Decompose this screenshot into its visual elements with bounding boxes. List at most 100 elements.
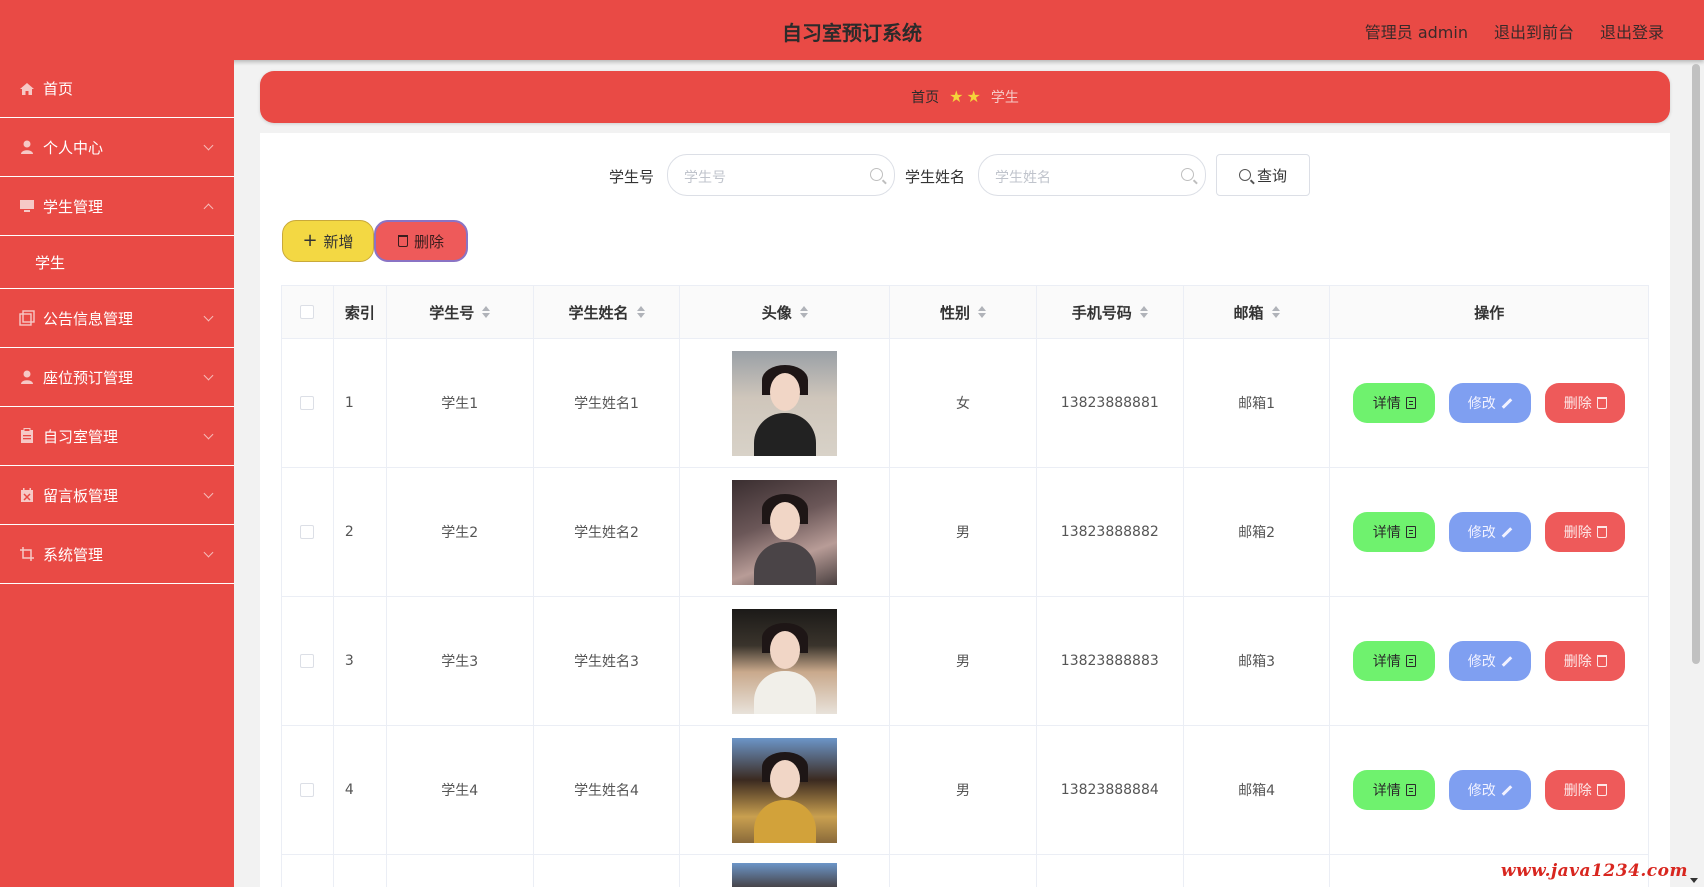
sidebar-item-student-management[interactable]: 学生管理 [0,177,234,236]
avatar-image[interactable] [732,737,838,843]
delete-button[interactable]: 删除 [1545,770,1626,810]
row-gender [890,855,1037,887]
sidebar: 首页 个人中心 学生管理 学生 公告信息管理 座位预订管理 自习室管理 留言板管… [0,60,234,887]
query-button-label: 查询 [1256,166,1287,185]
sort-icon[interactable] [1271,306,1280,318]
detail-button[interactable]: 详情 [1353,383,1436,423]
sort-icon[interactable] [1139,306,1148,318]
detail-button[interactable]: 详情 [1353,770,1436,810]
row-student-no [387,855,534,887]
row-checkbox[interactable] [300,654,315,668]
page-scrollbar[interactable] [1692,64,1700,664]
sidebar-item-notice-management[interactable]: 公告信息管理 [0,289,234,348]
sidebar-item-home[interactable]: 首页 [0,60,234,118]
query-button[interactable]: 查询 [1216,154,1310,196]
avatar-image[interactable] [732,350,838,456]
header-label: 邮箱 [1233,303,1264,322]
sort-icon[interactable] [978,306,986,318]
chevron-down-icon [203,311,214,322]
row-email: 邮箱1 [1184,339,1331,467]
table-row: 3 学生3 学生姓名3 男 13823888883 邮箱3 详情 修改 删除 [282,597,1648,726]
avatar-image[interactable] [732,479,838,585]
row-student-name: 学生姓名1 [534,339,681,467]
sidebar-subitem-label: 学生 [35,253,66,272]
delete-button[interactable]: 删除 [1545,383,1626,423]
detail-label: 详情 [1372,525,1401,541]
avatar-image[interactable] [732,863,838,887]
sidebar-item-seat-booking[interactable]: 座位预订管理 [0,348,234,407]
detail-button[interactable]: 详情 [1353,641,1436,681]
row-avatar [680,855,891,887]
edit-button[interactable]: 修改 [1449,641,1532,681]
pencil-icon [1501,397,1513,409]
row-student-no: 学生4 [387,726,534,854]
header-student-no[interactable]: 学生号 [387,286,534,338]
chevron-down-icon [203,370,214,381]
edit-button[interactable]: 修改 [1449,512,1532,552]
avatar-image[interactable] [732,608,838,714]
exit-to-frontend-link[interactable]: 退出到前台 [1494,19,1574,43]
batch-delete-button[interactable]: 删除 [374,220,468,262]
logout-link[interactable]: 退出登录 [1600,19,1664,43]
sort-icon[interactable] [482,306,491,318]
row-email: 邮箱2 [1184,468,1331,596]
table-row: 2 学生2 学生姓名2 男 13823888882 邮箱2 详情 修改 删除 [282,468,1648,597]
document-icon [1405,784,1416,796]
scroll-down-arrow-icon[interactable] [1690,878,1698,883]
sidebar-item-message-board[interactable]: 留言板管理 [0,466,234,525]
student-no-placeholder: 学生号 [684,170,726,186]
table-row [282,855,1648,887]
header-gender[interactable]: 性别 [890,286,1037,338]
header-avatar[interactable]: 头像 [680,286,891,338]
row-checkbox[interactable] [300,396,315,410]
sort-icon[interactable] [799,306,808,318]
header-label: 头像 [761,303,792,322]
student-table: 索引 学生号 学生姓名 头像 性别 手机号码 邮箱 操作 1 学生1 学生姓名1… [281,285,1649,887]
pencil-icon [1501,784,1513,796]
row-checkbox[interactable] [300,783,315,797]
row-student-no: 学生2 [387,468,534,596]
student-no-input[interactable]: 学生号 [667,154,895,196]
delete-button[interactable]: 删除 [1545,512,1626,552]
student-name-input[interactable]: 学生姓名 [978,154,1206,196]
sidebar-item-label: 座位预订管理 [43,368,134,387]
edit-button[interactable]: 修改 [1449,383,1532,423]
header-label: 学生姓名 [568,303,629,322]
delete-button[interactable]: 删除 [1545,641,1626,681]
detail-label: 详情 [1372,654,1401,670]
edit-label: 修改 [1467,783,1496,799]
header-email[interactable]: 邮箱 [1184,286,1331,338]
admin-label: 管理员 admin [1364,23,1468,42]
row-checkbox[interactable] [300,525,315,539]
add-button[interactable]: + 新增 [282,220,374,262]
table-header: 索引 学生号 学生姓名 头像 性别 手机号码 邮箱 操作 [282,286,1648,339]
breadcrumb-home[interactable]: 首页 [911,87,939,107]
header-student-name[interactable]: 学生姓名 [534,286,681,338]
trash-icon [1596,655,1607,667]
batch-delete-label: 删除 [413,232,444,251]
row-gender: 男 [890,597,1037,725]
top-header: 自习室预订系统 管理员 admin 退出到前台 退出登录 [0,0,1704,60]
pencil-icon [1501,526,1513,538]
monitor-icon [20,200,34,212]
trash-icon [1596,526,1607,538]
sidebar-item-personal-center[interactable]: 个人中心 [0,118,234,177]
detail-button[interactable]: 详情 [1353,512,1436,552]
header-phone[interactable]: 手机号码 [1037,286,1184,338]
row-gender: 男 [890,726,1037,854]
sidebar-item-system-management[interactable]: 系统管理 [0,525,234,584]
trash-icon [1596,784,1607,796]
edit-button[interactable]: 修改 [1449,770,1532,810]
add-button-label: 新增 [323,232,354,251]
sort-icon[interactable] [636,306,645,318]
row-index: 3 [334,597,387,725]
row-email [1184,855,1331,887]
header-label: 性别 [939,303,970,322]
sidebar-subitem-student[interactable]: 学生 [0,236,234,289]
star-icon: ★ [966,87,981,106]
sidebar-item-label: 系统管理 [43,545,104,564]
select-all-checkbox[interactable] [300,305,315,319]
sidebar-item-room-management[interactable]: 自习室管理 [0,407,234,466]
delete-label: 删除 [1563,525,1592,541]
header-select-all [282,286,334,338]
